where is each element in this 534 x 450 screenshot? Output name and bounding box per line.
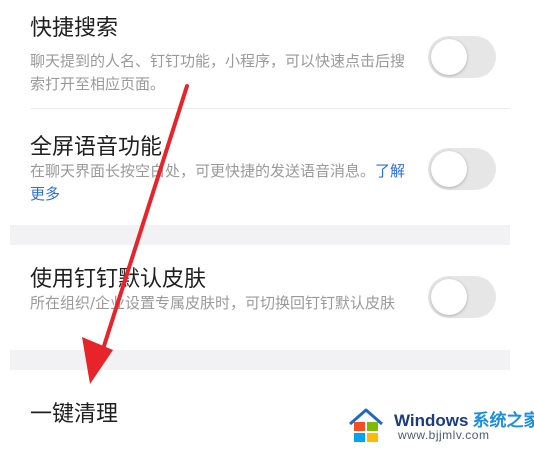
default-skin-toggle[interactable] [428, 276, 496, 318]
toggle-knob [431, 151, 467, 187]
one-click-clean-title: 一键清理 [30, 402, 119, 427]
quick-search-title: 快捷搜索 [30, 16, 119, 41]
setting-row-fullscreen-voice[interactable]: 全屏语音功能 在聊天界面长按空白处，可更快捷的发送语音消息。了解更多 [10, 109, 510, 225]
windows-logo-icon [349, 408, 383, 442]
toggle-knob [431, 279, 467, 315]
default-skin-title: 使用钉钉默认皮肤 [30, 267, 207, 292]
fullscreen-voice-desc-block: 在聊天界面长按空白处，可更快捷的发送语音消息。了解更多 [30, 160, 414, 206]
toggle-knob [431, 39, 467, 75]
default-skin-desc: 所在组织/企业设置专属皮肤时，可切换回钉钉默认皮肤 [30, 294, 396, 312]
fullscreen-voice-title: 全屏语音功能 [30, 135, 163, 160]
quick-search-desc: 聊天提到的人名、钉钉功能，小程序，可以快速点击后搜索打开至相应页面。 [30, 52, 406, 93]
fullscreen-voice-toggle[interactable] [428, 148, 496, 190]
fullscreen-voice-desc: 在聊天界面长按空白处，可更快捷的发送语音消息。 [30, 162, 376, 180]
settings-page: 快捷搜索 聊天提到的人名、钉钉功能，小程序，可以快速点击后搜索打开至相应页面。 … [0, 0, 534, 450]
settings-list: 快捷搜索 聊天提到的人名、钉钉功能，小程序，可以快速点击后搜索打开至相应页面。 … [10, 0, 510, 450]
watermark-url: www.bjjmlv.com [398, 428, 490, 442]
setting-row-quick-search[interactable]: 快捷搜索 聊天提到的人名、钉钉功能，小程序，可以快速点击后搜索打开至相应页面。 [10, 0, 510, 108]
section-gap [10, 225, 510, 245]
quick-search-toggle[interactable] [428, 36, 496, 78]
section-gap [10, 350, 510, 370]
watermark: Windows 系统之家 www.bjjmlv.com [346, 402, 534, 446]
setting-row-default-skin[interactable]: 使用钉钉默认皮肤 所在组织/企业设置专属皮肤时，可切换回钉钉默认皮肤 [10, 245, 510, 350]
